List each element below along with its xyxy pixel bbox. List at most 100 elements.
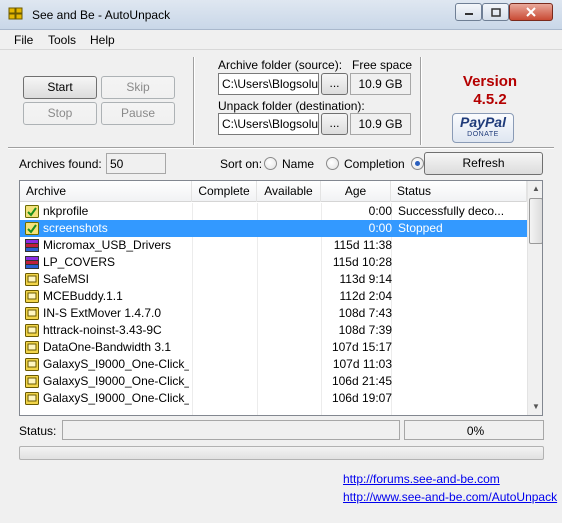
archive-age: 107d 11:03: [332, 357, 392, 371]
close-icon: [526, 7, 536, 17]
zip-archive-icon: [25, 358, 39, 371]
archive-name: nkprofile: [43, 204, 89, 218]
archive-name: Micromax_USB_Drivers: [43, 238, 172, 252]
archive-status: [398, 237, 522, 254]
menu-tools[interactable]: Tools: [48, 33, 76, 47]
app-icon: [8, 7, 26, 21]
list-rows: nkprofile 0:00 Successfully deco... screens…: [20, 203, 527, 415]
list-item[interactable]: httrack-noinst-3.43-9C 108d 7:39: [20, 322, 527, 339]
start-button[interactable]: Start: [23, 76, 97, 99]
pause-button[interactable]: Pause: [101, 102, 175, 125]
zip-archive-icon: [25, 273, 39, 286]
status-label: Status:: [19, 424, 57, 438]
separator: [8, 147, 554, 149]
scroll-up-icon[interactable]: ▲: [528, 181, 542, 197]
archive-name: GalaxyS_I9000_One-Click_...: [43, 391, 189, 405]
paypal-donate-label: DONATE: [467, 131, 499, 138]
maximize-button[interactable]: [482, 3, 509, 21]
list-item[interactable]: DataOne-Bandwidth 3.1 107d 15:17: [20, 339, 527, 356]
percent-field: 0%: [404, 420, 544, 440]
free-space-label: Free space: [352, 58, 413, 72]
list-item[interactable]: GalaxyS_I9000_One-Click_... 106d 19:07: [20, 390, 527, 407]
archive-name: httrack-noinst-3.43-9C: [43, 323, 162, 337]
sort-completion-radio[interactable]: [326, 157, 339, 170]
archive-name: SafeMSI: [43, 272, 90, 286]
menu-bar: [0, 30, 562, 50]
archive-status: Stopped: [398, 221, 443, 235]
archive-status: [398, 356, 522, 373]
stop-button[interactable]: Stop: [23, 102, 97, 125]
progress-bar: [19, 446, 544, 460]
archive-list[interactable]: Archive Complete Available Age Status nk…: [19, 180, 543, 416]
zip-archive-icon: [25, 324, 39, 337]
maximize-icon: [490, 7, 501, 17]
zip-archive-icon: [25, 392, 39, 405]
archive-age: 113d 9:14: [339, 272, 393, 286]
sort-refresh-radio[interactable]: [411, 157, 424, 170]
archive-name: MCEBuddy.1.1: [43, 289, 123, 303]
archive-age: 108d 7:39: [338, 323, 392, 337]
archive-status: [398, 271, 522, 288]
unpack-folder-field[interactable]: C:\Users\Blogsolute: [218, 113, 319, 135]
paypal-donate-button[interactable]: PayPal DONATE: [452, 113, 514, 143]
list-header: Archive Complete Available Age Status: [20, 181, 527, 202]
archive-status: Successfully deco...: [398, 204, 505, 218]
refresh-button[interactable]: Refresh: [424, 152, 543, 175]
archive-status: [398, 305, 522, 322]
zip-archive-icon: [25, 375, 39, 388]
scroll-down-icon[interactable]: ▼: [528, 399, 542, 415]
archive-name: IN-S ExtMover 1.4.7.0: [43, 306, 162, 320]
archive-status: [398, 339, 522, 356]
archive-name: DataOne-Bandwidth 3.1: [43, 340, 172, 354]
archive-status: [398, 254, 522, 271]
column-status[interactable]: Status: [391, 181, 527, 202]
menu-file[interactable]: File: [14, 33, 33, 47]
archive-ok-icon: [25, 222, 39, 235]
archive-name: GalaxyS_I9000_One-Click_...: [43, 374, 189, 388]
sort-completion-label[interactable]: Completion: [344, 157, 405, 171]
version-label: Version: [462, 73, 518, 90]
archive-age: 115d 11:38: [333, 238, 392, 252]
list-item[interactable]: IN-S ExtMover 1.4.7.0 108d 7:43: [20, 305, 527, 322]
zip-archive-icon: [25, 341, 39, 354]
archive-folder-field[interactable]: C:\Users\Blogsolute: [218, 73, 319, 95]
unpack-folder-label: Unpack folder (destination):: [218, 99, 365, 113]
archive-status: [398, 322, 522, 339]
archive-name: LP_COVERS: [43, 255, 116, 269]
menu-help[interactable]: Help: [90, 33, 115, 47]
archive-age: 108d 7:43: [338, 306, 392, 320]
sort-name-radio[interactable]: [264, 157, 277, 170]
separator: [193, 57, 195, 145]
close-button[interactable]: [509, 3, 553, 21]
rar-archive-icon: [25, 256, 39, 269]
list-item[interactable]: screenshots 0:00 Stopped: [20, 220, 527, 237]
archive-name: GalaxyS_I9000_One-Click_...: [43, 357, 189, 371]
column-age[interactable]: Age: [321, 181, 391, 202]
skip-button[interactable]: Skip: [101, 76, 175, 99]
column-available[interactable]: Available: [257, 181, 321, 202]
list-item[interactable]: GalaxyS_I9000_One-Click_... 107d 11:03: [20, 356, 527, 373]
list-item[interactable]: SafeMSI 113d 9:14: [20, 271, 527, 288]
list-item[interactable]: GalaxyS_I9000_One-Click_... 106d 21:45: [20, 373, 527, 390]
forums-link[interactable]: http://forums.see-and-be.com: [343, 472, 500, 486]
column-complete[interactable]: Complete: [192, 181, 257, 202]
list-item[interactable]: Micromax_USB_Drivers 115d 11:38: [20, 237, 527, 254]
archive-age: 115d 10:28: [332, 255, 392, 269]
version-number: 4.5.2: [473, 91, 507, 108]
sort-name-label[interactable]: Name: [282, 157, 314, 171]
scroll-thumb[interactable]: [529, 198, 542, 244]
list-scrollbar[interactable]: ▲ ▼: [527, 181, 542, 415]
list-item[interactable]: LP_COVERS 115d 10:28: [20, 254, 527, 271]
archive-free-space: 10.9 GB: [350, 73, 411, 95]
archive-status: [398, 390, 522, 407]
unpack-folder-browse-button[interactable]: ...: [321, 113, 348, 135]
status-field: [62, 420, 400, 440]
list-item[interactable]: nkprofile 0:00 Successfully deco...: [20, 203, 527, 220]
column-archive[interactable]: Archive: [20, 181, 192, 202]
separator: [420, 57, 422, 145]
archive-folder-browse-button[interactable]: ...: [321, 73, 348, 95]
minimize-button[interactable]: [455, 3, 482, 21]
website-link[interactable]: http://www.see-and-be.com/AutoUnpack: [343, 490, 557, 504]
minimize-icon: [464, 13, 473, 15]
list-item[interactable]: MCEBuddy.1.1 112d 2:04: [20, 288, 527, 305]
